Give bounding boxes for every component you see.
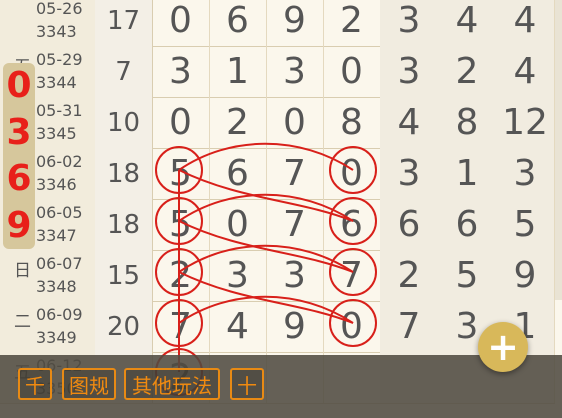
digit-cell: 3 [266,46,324,97]
sum-cell: 7 [95,46,153,97]
stat-cell: 7 [380,301,439,352]
sum-cell: 15 [95,250,153,301]
tag-digit: 3 [6,111,32,153]
table-row: 五05-29334473130324 [0,46,555,98]
sum-cell: 20 [95,301,153,352]
stat-cell: 3 [380,0,439,46]
digit-cell: 5 [152,148,210,199]
digit-cell: 0 [152,0,210,46]
other-plays-button[interactable]: 其他玩法 [124,368,220,400]
stat-cell: 2 [380,250,439,301]
sum-cell: 17 [95,0,153,46]
sum-cell: 18 [95,148,153,199]
scrollbar[interactable] [555,0,562,300]
table-row: 二 06-09 3349 20 7 4 9 0 7 3 1 [0,301,555,353]
table-row: 日 06-07 3348 15 2 3 3 7 2 5 9 [0,250,555,302]
stat-cell: 2 [438,46,497,97]
stat-cell: 4 [496,0,555,46]
digit-cell: 6 [209,0,267,46]
date-cell: 二 06-09 3349 [0,301,96,352]
stat-cell: 9 [496,250,555,301]
stat-cell: 4 [438,0,497,46]
digit-cell: 7 [323,250,381,301]
lottery-trend-screen: 05-263343170692344五05-2933447313032405-3… [0,0,562,418]
digit-cell: 2 [323,0,381,46]
table-row: 05-31 3345 10 0 2 0 8 4 8 12 [0,97,555,149]
digit-cell: 4 [209,301,267,352]
tag-digit: 9 [6,204,32,246]
issue-number: 3344 [36,73,77,92]
digit-cell: 2 [209,97,267,148]
digit-cell: 0 [152,97,210,148]
issue-number: 3346 [36,175,77,194]
issue-number: 3343 [36,22,77,41]
digit-cell: 5 [152,199,210,250]
issue-number: 3348 [36,277,77,296]
issue-number: 3349 [36,328,77,347]
digit-cell: 0 [209,199,267,250]
issue-number: 3345 [36,124,77,143]
sum-cell: 18 [95,199,153,250]
stat-cell: 5 [496,199,555,250]
digit-cell: 9 [266,301,324,352]
draw-date: 06-07 [36,254,83,273]
weekday: 二 [14,312,31,332]
digit-cell: 6 [323,199,381,250]
digit-cell: 0 [323,148,381,199]
shi-button[interactable]: 十 [230,368,264,400]
tag-digit: 6 [6,158,32,200]
stat-cell: 3 [380,148,439,199]
stat-cell: 1 [438,148,497,199]
digit-cell: 3 [152,46,210,97]
digit-cell: 7 [266,199,324,250]
digit-cell: 7 [266,148,324,199]
bottom-toolbar: 千 图规 其他玩法 十 [0,355,562,418]
digit-cell: 2 [152,250,210,301]
add-icon[interactable]: + [478,322,528,372]
table-row: 06-05 3347 18 5 0 7 6 6 6 5 [0,199,555,251]
stat-cell: 4 [380,97,439,148]
stat-cell: 12 [496,97,555,148]
digit-cell: 0 [323,46,381,97]
stat-cell: 3 [496,148,555,199]
digit-cell: 7 [152,301,210,352]
digit-cell: 8 [323,97,381,148]
stat-cell: 4 [496,46,555,97]
stat-cell: 8 [438,97,497,148]
date-cell: 05-26 3343 [0,0,96,46]
stat-cell: 6 [438,199,497,250]
digit-cell: 3 [209,250,267,301]
draw-date: 06-09 [36,305,83,324]
highlight-digit-tag: 0 3 6 9 [3,63,35,249]
digit-cell: 3 [266,250,324,301]
digit-cell: 1 [209,46,267,97]
draw-date: 05-29 [36,50,83,69]
digit-cell: 6 [209,148,267,199]
sum-cell: 10 [95,97,153,148]
date-cell: 日 06-07 3348 [0,250,96,301]
draw-date: 06-02 [36,152,83,171]
tag-digit: 0 [6,65,32,107]
table-row: 05-26 3343 17 0 6 9 2 3 4 4 [0,0,555,47]
draw-date: 05-31 [36,101,83,120]
table-row: 06-02 3346 18 5 6 7 0 3 1 3 [0,148,555,200]
issue-number: 3347 [36,226,77,245]
digit-cell: 0 [323,301,381,352]
tugui-button[interactable]: 图规 [62,368,116,400]
stat-cell: 3 [380,46,439,97]
stat-cell: 6 [380,199,439,250]
digit-cell: 9 [266,0,324,46]
draw-date: 05-26 [36,0,83,18]
stat-cell: 5 [438,250,497,301]
draw-date: 06-05 [36,203,83,222]
digit-cell: 0 [266,97,324,148]
weekday: 日 [14,261,31,281]
qian-button[interactable]: 千 [18,368,52,400]
